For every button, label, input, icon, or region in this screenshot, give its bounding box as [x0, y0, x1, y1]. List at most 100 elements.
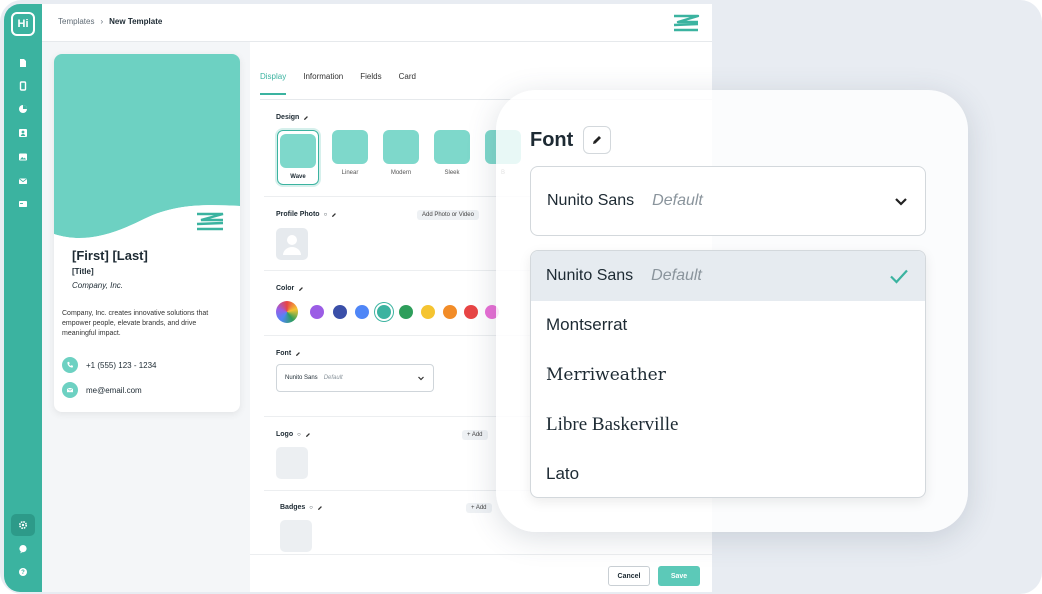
font-option-montserrat[interactable]: Montserrat	[531, 301, 925, 351]
editor-tabs: Display Information Fields Card	[260, 72, 416, 95]
font-select[interactable]: Nunito Sans Default	[276, 364, 434, 392]
color-swatch-yellow[interactable]	[421, 305, 435, 319]
chevron-down-icon	[418, 376, 424, 381]
card-title: [Title]	[72, 267, 94, 276]
design-label-linear: Linear	[341, 170, 359, 176]
logo-label: Logo	[276, 431, 294, 438]
info-icon[interactable]: ○	[297, 432, 301, 438]
save-button[interactable]: Save	[658, 566, 700, 586]
breadcrumb-current: New Template	[109, 17, 163, 26]
font-options-list: Nunito Sans Default Montserrat Merriweat…	[530, 250, 926, 498]
contact-card-icon[interactable]	[16, 126, 30, 140]
badges-label: Badges	[280, 504, 306, 511]
breadcrumb: Templates › New Template	[58, 17, 162, 26]
sidebar: Hi ?	[4, 4, 42, 592]
brand-logo-icon	[673, 14, 700, 32]
zoom-font-heading: Font	[530, 126, 612, 154]
card-phone: +1 (555) 123 - 1234	[86, 360, 157, 370]
font-option-libre-baskerville[interactable]: Libre Baskerville	[531, 400, 925, 450]
color-swatch-blue[interactable]	[355, 305, 369, 319]
tab-information[interactable]: Information	[303, 72, 343, 95]
font-option-label: Libre Baskerville	[546, 413, 679, 435]
phone-icon[interactable]	[16, 79, 30, 93]
card-hero-wave	[54, 54, 240, 244]
font-select-value: Nunito Sans	[285, 375, 318, 381]
pencil-icon[interactable]	[317, 505, 323, 511]
pencil-icon[interactable]	[298, 286, 304, 292]
zoom-edit-button[interactable]	[583, 126, 612, 154]
zoom-font-title: Font	[530, 128, 574, 151]
card-email-row[interactable]: me@email.com	[62, 382, 142, 398]
pencil-icon[interactable]	[331, 212, 337, 218]
avatar-icon	[283, 235, 301, 255]
svg-text:?: ?	[21, 570, 25, 576]
font-zoom-callout: Font Nunito Sans Default Nunito Sans Def…	[496, 90, 968, 532]
font-option-label: Merriweather	[546, 364, 666, 385]
color-swatch-green[interactable]	[399, 305, 413, 319]
design-option-sleek[interactable]: Sleek	[431, 130, 473, 176]
settings-icon[interactable]	[16, 518, 30, 532]
font-option-merriweather[interactable]: Merriweather	[531, 350, 925, 400]
document-icon[interactable]	[16, 56, 30, 70]
color-swatch-orange[interactable]	[443, 305, 457, 319]
design-thumb-sleek	[434, 130, 470, 164]
image-icon[interactable]	[16, 150, 30, 164]
design-label-modern: Modern	[390, 170, 412, 176]
pie-chart-icon[interactable]	[16, 102, 30, 116]
profile-photo-placeholder[interactable]	[276, 228, 308, 260]
pencil-icon[interactable]	[305, 432, 311, 438]
font-option-default-tag: Default	[651, 266, 702, 284]
color-swatch-red[interactable]	[464, 305, 478, 319]
design-label: Design	[276, 114, 300, 121]
custom-color-picker[interactable]	[276, 301, 298, 323]
app-logo[interactable]: Hi	[11, 12, 35, 36]
help-icon[interactable]: ?	[16, 565, 30, 579]
pencil-icon[interactable]	[303, 115, 309, 121]
breadcrumb-templates[interactable]: Templates	[58, 17, 94, 26]
checkmark-icon	[890, 269, 908, 284]
card-email: me@email.com	[86, 385, 142, 395]
tab-card[interactable]: Card	[399, 72, 416, 95]
font-select-default-tag: Default	[323, 375, 343, 381]
chat-icon[interactable]	[16, 542, 30, 556]
color-label: Color	[276, 285, 295, 292]
card-phone-row[interactable]: +1 (555) 123 - 1234	[62, 357, 157, 373]
info-icon[interactable]: ○	[309, 505, 313, 511]
design-label-wave: Wave	[290, 174, 306, 180]
design-thumb-modern	[383, 130, 419, 164]
info-icon[interactable]: ○	[324, 212, 328, 218]
phone-icon	[62, 357, 78, 373]
logo-placeholder[interactable]	[276, 447, 308, 479]
badge-placeholder[interactable]	[280, 520, 312, 552]
design-thumb-wave	[280, 134, 316, 168]
design-thumb-linear	[332, 130, 368, 164]
tab-fields[interactable]: Fields	[360, 72, 381, 95]
design-option-linear[interactable]: Linear	[329, 130, 371, 176]
add-photo-button[interactable]: Add Photo or Video	[417, 210, 479, 220]
pencil-icon[interactable]	[295, 351, 301, 357]
cancel-button[interactable]: Cancel	[608, 566, 650, 586]
card-company: Company, Inc.	[72, 281, 123, 290]
color-swatch-navy[interactable]	[333, 305, 347, 319]
zoom-font-select[interactable]: Nunito Sans Default	[530, 166, 926, 236]
badges-section-label: Badges ○	[280, 504, 323, 511]
design-section-label: Design	[276, 114, 309, 121]
design-option-modern[interactable]: Modern	[380, 130, 422, 176]
top-bar: Templates › New Template	[42, 4, 712, 42]
color-swatch-purple[interactable]	[310, 305, 324, 319]
chevron-down-icon	[895, 198, 907, 206]
font-option-nunito-sans[interactable]: Nunito Sans Default	[531, 251, 925, 301]
breadcrumb-separator: ›	[100, 17, 104, 26]
add-logo-button[interactable]: + Add	[462, 430, 488, 440]
tab-display[interactable]: Display	[260, 72, 287, 95]
add-badge-button[interactable]: + Add	[466, 503, 492, 513]
design-option-wave[interactable]: Wave	[277, 130, 319, 185]
card-bio: Company, Inc. creates innovative solutio…	[62, 310, 209, 338]
profile-photo-section-label: Profile Photo ○	[276, 211, 337, 218]
card-icon[interactable]	[16, 197, 30, 211]
color-swatch-teal-selected[interactable]	[377, 305, 391, 319]
mail-icon[interactable]	[16, 174, 30, 188]
font-option-lato[interactable]: Lato	[531, 449, 925, 497]
card-preview: [First] [Last] [Title] Company, Inc. Com…	[54, 54, 240, 412]
font-section-label: Font	[276, 350, 301, 357]
